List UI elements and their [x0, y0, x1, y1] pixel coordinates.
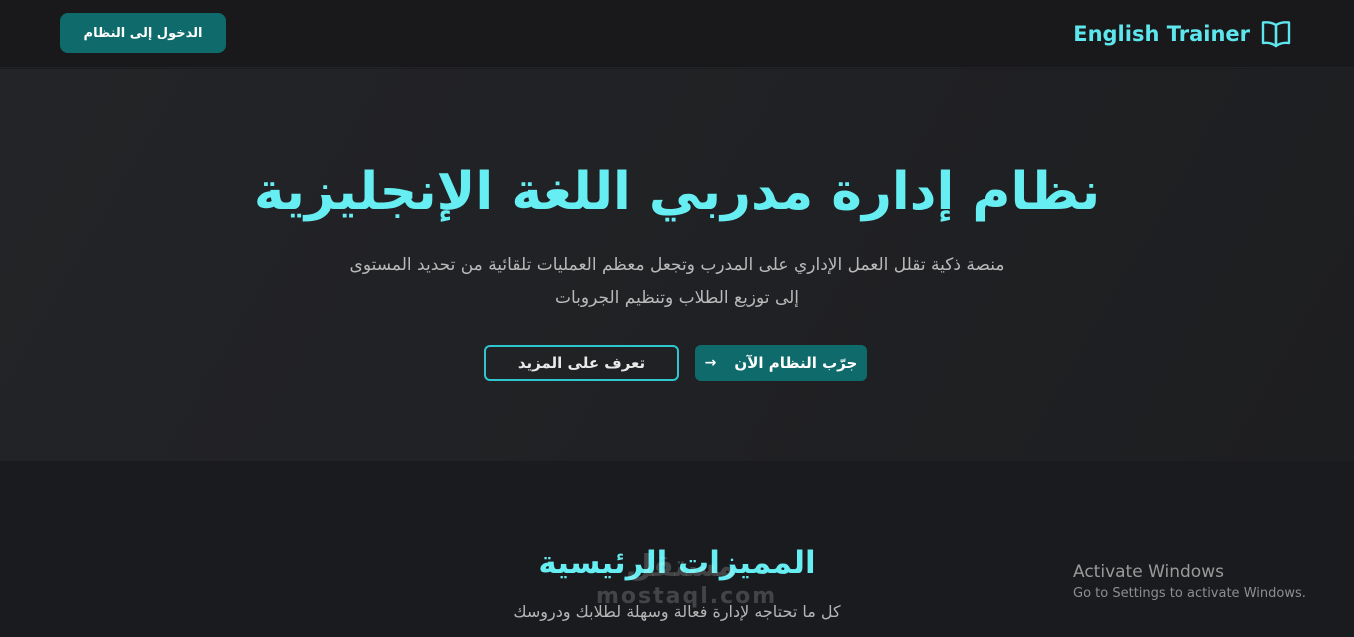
brand-name: English Trainer [1073, 22, 1250, 46]
hero-title: نظام إدارة مدربي اللغة الإنجليزية [253, 162, 1101, 222]
features-section: المميزات الرئيسية كل ما تحتاجه لإدارة فع… [0, 461, 1354, 637]
arrow-right-icon: → [704, 355, 717, 371]
hero-description: منصة ذكية تقلل العمل الإداري على المدرب … [349, 255, 1005, 308]
try-system-button[interactable]: جرّب النظام الآن → [695, 345, 867, 381]
brand-logo[interactable]: English Trainer [1073, 16, 1292, 52]
login-button[interactable]: الدخول إلى النظام [60, 13, 226, 53]
learn-more-button[interactable]: تعرف على المزيد [484, 345, 679, 381]
activate-windows-subtitle: Go to Settings to activate Windows. [1073, 586, 1306, 601]
hero-section: نظام إدارة مدربي اللغة الإنجليزية منصة ذ… [0, 69, 1354, 461]
site-header: English Trainer الدخول إلى النظام [0, 0, 1354, 68]
try-system-label: جرّب النظام الآن [734, 354, 858, 372]
activate-windows-overlay: Activate Windows Go to Settings to activ… [1073, 561, 1343, 605]
book-open-icon [1260, 19, 1292, 49]
activate-windows-title: Activate Windows [1073, 562, 1224, 582]
hero-actions: جرّب النظام الآن → تعرف على المزيد [0, 345, 1354, 381]
